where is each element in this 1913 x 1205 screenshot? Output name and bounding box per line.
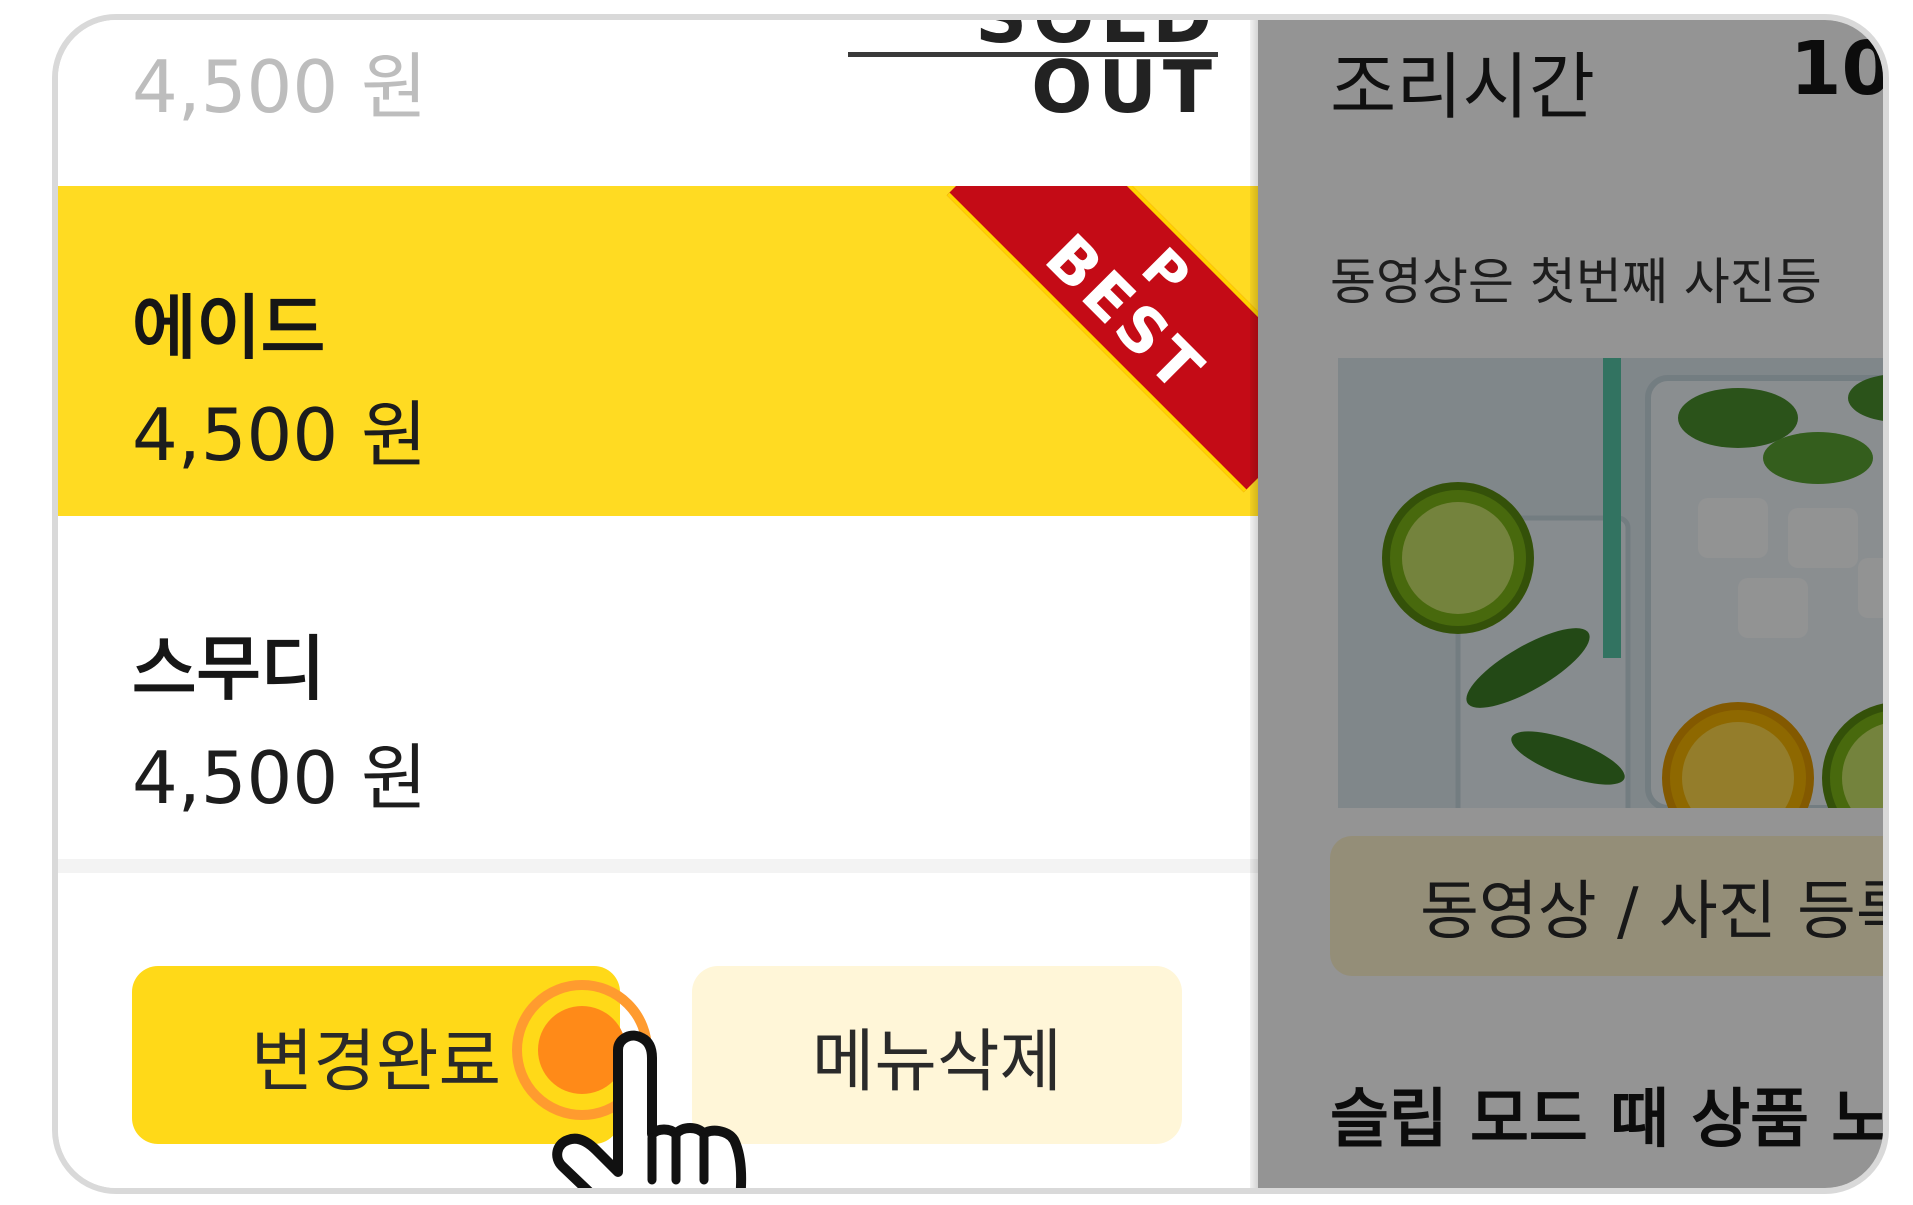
- soldout-label: SOLD OUT: [848, 20, 1218, 123]
- menu-item-ade[interactable]: 에이드 4,500 원 P BEST: [58, 186, 1258, 516]
- menu-item-price: 4,500 원: [132, 393, 428, 477]
- lemonade-image: [1338, 358, 1883, 808]
- upload-media-button[interactable]: 동영상 / 사진 등록: [1330, 836, 1883, 976]
- confirm-change-label: 변경완료: [250, 1022, 502, 1102]
- menu-item-name: 에이드: [132, 287, 326, 369]
- menu-photo[interactable]: [1338, 358, 1883, 808]
- delete-menu-label: 메뉴삭제: [811, 1022, 1063, 1102]
- menu-item-smoothie[interactable]: 스무디 4,500 원: [58, 527, 1258, 859]
- menu-list-panel: 4,500 원 SOLD OUT 에이드 4,500 원 P BEST 스무디 …: [58, 20, 1258, 1188]
- hand-pointer-icon: [552, 1030, 747, 1188]
- previous-item-price: 4,500 원: [132, 45, 428, 129]
- media-note: 동영상은 첫번째 사진등: [1330, 253, 1822, 311]
- sleep-mode-label: 슬립 모드 때 상품 노: [1330, 1083, 1883, 1157]
- best-ribbon-icon: P BEST: [946, 186, 1258, 493]
- upload-media-label: 동영상 / 사진 등록: [1420, 875, 1883, 949]
- phone-frame: 4,500 원 SOLD OUT 에이드 4,500 원 P BEST 스무디 …: [52, 14, 1889, 1194]
- menu-detail-panel: 조리시간 10 동영상은 첫번째 사진등 동영상 / 사진 등록 슬립 모드 때…: [1258, 20, 1883, 1188]
- detail-content: 조리시간 10 동영상은 첫번째 사진등 동영상 / 사진 등록 슬립 모드 때…: [1258, 20, 1883, 1188]
- menu-item-name: 스무디: [132, 628, 326, 710]
- list-divider: [58, 859, 1258, 873]
- menu-item-price: 4,500 원: [132, 736, 428, 820]
- cooking-time-label: 조리시간: [1330, 45, 1595, 129]
- cooking-time-value: 10: [1790, 26, 1883, 112]
